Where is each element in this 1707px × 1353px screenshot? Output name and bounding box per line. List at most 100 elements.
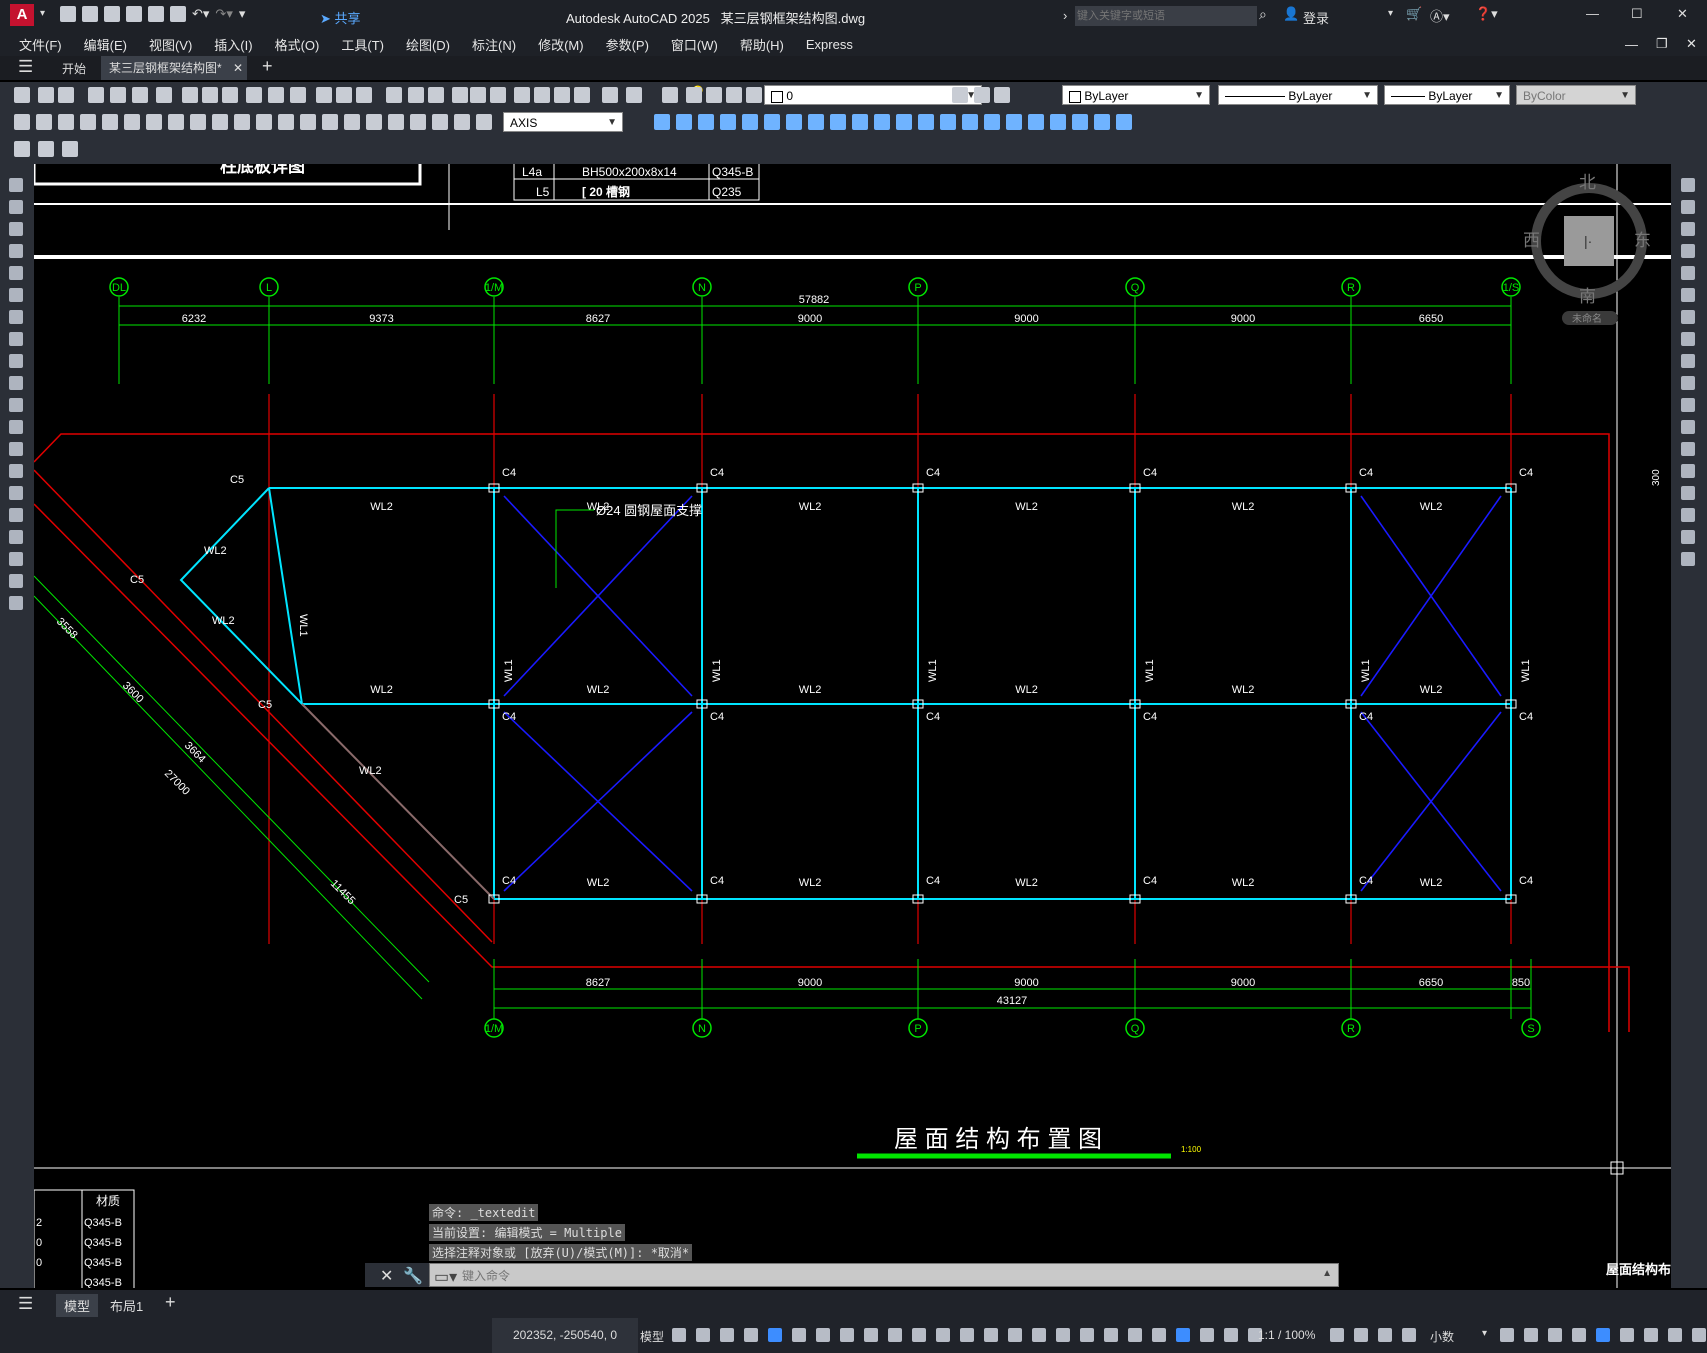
menu-format[interactable]: 格式(O) (264, 35, 331, 54)
tab-model[interactable]: 模型 (56, 1294, 99, 1317)
toolbar-tool-icon[interactable] (256, 114, 272, 130)
toolbar-tool-icon[interactable] (452, 87, 468, 103)
toolbar-tool-icon[interactable] (476, 114, 492, 130)
toolbar-tool-icon[interactable] (1028, 114, 1044, 130)
draw-tool-icon[interactable] (9, 200, 23, 214)
app-menu-arrow-icon[interactable]: ▾ (40, 8, 45, 19)
cart-icon[interactable]: 🛒 (1406, 6, 1422, 22)
toolbar-tool-icon[interactable] (410, 114, 426, 130)
status-toggle-icon[interactable] (1668, 1328, 1682, 1342)
workspace-icon[interactable] (14, 141, 30, 157)
add-layout-icon[interactable]: + (165, 1292, 176, 1313)
menu-dimension[interactable]: 标注(N) (461, 35, 527, 54)
status-toggle-icon[interactable] (984, 1328, 998, 1342)
status-toggle-icon[interactable] (888, 1328, 902, 1342)
toolbar-tool-icon[interactable] (676, 114, 692, 130)
login-link[interactable]: 登录 (1303, 8, 1329, 27)
draw-tool-icon[interactable] (9, 398, 23, 412)
toolbar-tool-icon[interactable] (388, 114, 404, 130)
share-button[interactable]: ➤ 共享 (320, 8, 361, 27)
toolbar-tool-icon[interactable] (746, 87, 762, 103)
toolbar-tool-icon[interactable] (110, 87, 126, 103)
doc-restore-icon[interactable]: ❐ (1645, 36, 1679, 52)
model-space-toggle[interactable]: 模型 (640, 1328, 664, 1345)
hamburger-icon[interactable]: ☰ (18, 57, 33, 77)
toolbar-tool-icon[interactable] (686, 87, 702, 103)
command-history-arrow-icon[interactable]: ▲ (1322, 1268, 1332, 1279)
doc-minimize-icon[interactable]: — (1614, 37, 1649, 52)
toolbar-tool-icon[interactable] (534, 87, 550, 103)
status-toggle-icon[interactable] (696, 1328, 710, 1342)
toolbar-tool-icon[interactable] (602, 87, 618, 103)
toolbar-tool-icon[interactable] (706, 87, 722, 103)
status-toggle-icon[interactable] (1200, 1328, 1214, 1342)
toolbar-tool-icon[interactable] (742, 114, 758, 130)
layer-state-icon[interactable] (38, 141, 54, 157)
modify-tool-icon[interactable] (1681, 486, 1695, 500)
draw-tool-icon[interactable] (9, 354, 23, 368)
status-toggle-icon[interactable] (1620, 1328, 1634, 1342)
status-toggle-icon[interactable] (1152, 1328, 1166, 1342)
toolbar-tool-icon[interactable] (514, 87, 530, 103)
modify-tool-icon[interactable] (1681, 442, 1695, 456)
toolbar-tool-icon[interactable] (14, 114, 30, 130)
toolbar-tool-icon[interactable] (490, 87, 506, 103)
modify-tool-icon[interactable] (1681, 288, 1695, 302)
modify-tool-icon[interactable] (1681, 552, 1695, 566)
modify-tool-icon[interactable] (1681, 376, 1695, 390)
toolbar-tool-icon[interactable] (626, 87, 642, 103)
search-input[interactable] (1075, 6, 1257, 26)
toolbar-tool-icon[interactable] (300, 114, 316, 130)
toolbar-tool-icon[interactable] (124, 114, 140, 130)
status-toggle-icon[interactable] (936, 1328, 950, 1342)
customize-icon[interactable]: ▾ (239, 6, 246, 22)
toolbar-tool-icon[interactable] (268, 87, 284, 103)
draw-tool-icon[interactable] (9, 310, 23, 324)
menu-help[interactable]: 帮助(H) (729, 35, 795, 54)
status-toggle-icon[interactable] (1500, 1328, 1514, 1342)
toolbar-tool-icon[interactable] (726, 87, 742, 103)
status-toggle-icon[interactable] (1548, 1328, 1562, 1342)
new-tab-icon[interactable]: + (262, 56, 273, 77)
compass-south[interactable]: 南 (1579, 287, 1596, 306)
color-dropdown[interactable]: ByLayer ▼ (1062, 85, 1210, 105)
draw-tool-icon[interactable] (9, 332, 23, 346)
toolbar-tool-icon[interactable] (408, 87, 424, 103)
toolbar-tool-icon[interactable] (168, 114, 184, 130)
status-toggle-icon[interactable] (1176, 1328, 1190, 1342)
toolbar-tool-icon[interactable] (994, 87, 1010, 103)
menu-draw[interactable]: 绘图(D) (395, 35, 461, 54)
toolbar-tool-icon[interactable] (316, 87, 332, 103)
new-icon[interactable] (60, 6, 76, 22)
modify-tool-icon[interactable] (1681, 354, 1695, 368)
autocad-logo[interactable]: A (10, 4, 34, 26)
status-toggle-icon[interactable] (816, 1328, 830, 1342)
chevron-down-icon[interactable]: ▾ (1482, 1328, 1487, 1339)
tab-layout1[interactable]: 布局1 (110, 1296, 143, 1315)
drawing-canvas[interactable]: 柱底板详图 L4a BH500x200x8x14 Q345-B L5 [ 20 … (34, 164, 1671, 1288)
toolbar-tool-icon[interactable] (940, 114, 956, 130)
toolbar-tool-icon[interactable] (662, 87, 678, 103)
status-toggle-icon[interactable] (1032, 1328, 1046, 1342)
plotstyle-dropdown[interactable]: ByColor ▼ (1516, 85, 1636, 105)
status-toggle-icon[interactable] (840, 1328, 854, 1342)
modify-tool-icon[interactable] (1681, 266, 1695, 280)
tab-drawing[interactable]: 某三层钢框架结构图* ✕ (101, 56, 247, 80)
toolbar-tool-icon[interactable] (58, 114, 74, 130)
command-customize-icon[interactable]: 🔧 (403, 1266, 423, 1286)
toolbar-tool-icon[interactable] (698, 114, 714, 130)
toolbar-tool-icon[interactable] (654, 114, 670, 130)
menu-express[interactable]: Express (795, 37, 864, 52)
autodesk-app-icon[interactable]: Ⓐ▾ (1430, 6, 1450, 25)
draw-tool-icon[interactable] (9, 552, 23, 566)
draw-tool-icon[interactable] (9, 486, 23, 500)
menu-window[interactable]: 窗口(W) (660, 35, 729, 54)
toolbar-tool-icon[interactable] (786, 114, 802, 130)
coordinate-readout[interactable]: 202352, -250540, 0 (492, 1318, 638, 1353)
draw-tool-icon[interactable] (9, 420, 23, 434)
modify-tool-icon[interactable] (1681, 332, 1695, 346)
dimstyle-dropdown[interactable]: AXIS ▼ (503, 112, 623, 132)
status-toggle-icon[interactable] (744, 1328, 758, 1342)
toolbar-tool-icon[interactable] (1050, 114, 1066, 130)
status-toggle-icon[interactable] (1644, 1328, 1658, 1342)
